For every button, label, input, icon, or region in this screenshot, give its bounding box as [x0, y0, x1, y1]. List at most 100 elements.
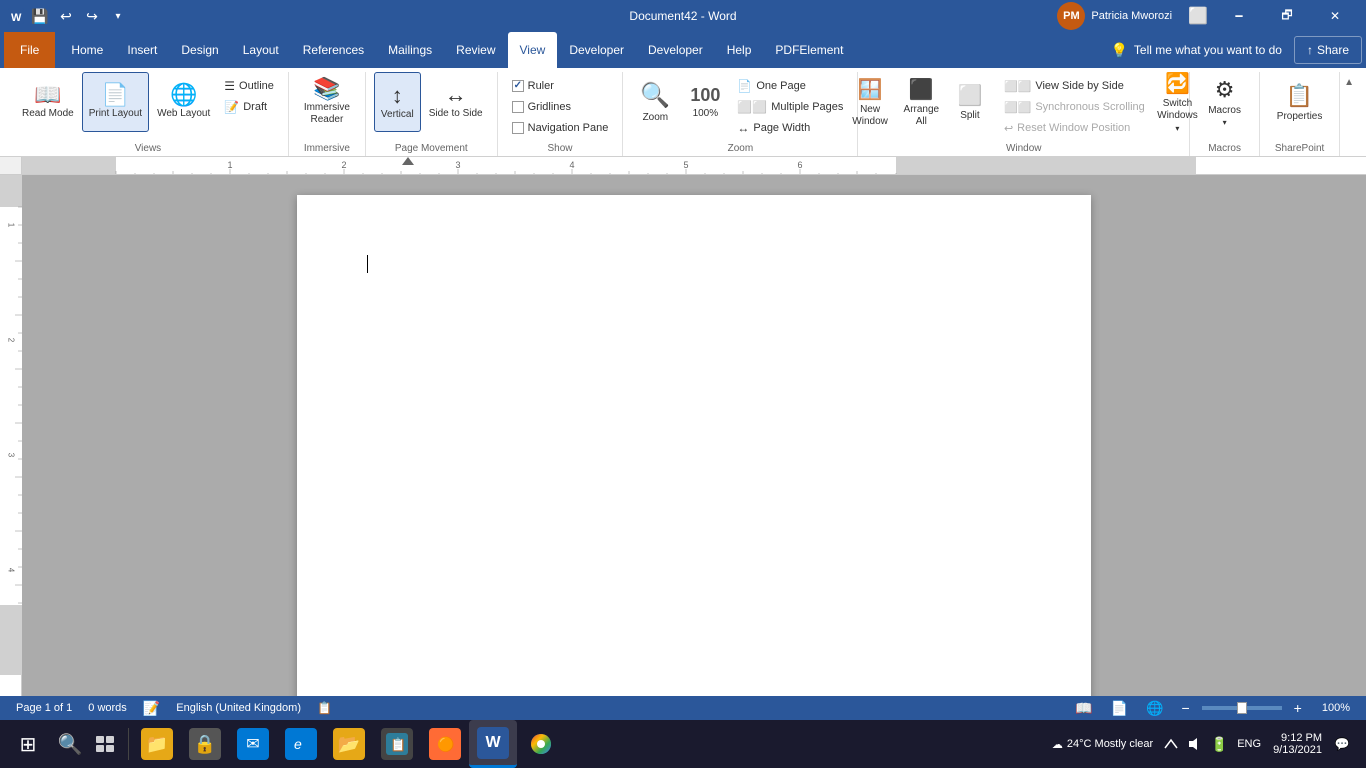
- one-page-button[interactable]: 📄 One Page: [731, 76, 849, 96]
- language[interactable]: English (United Kingdom): [168, 696, 309, 720]
- tray-language[interactable]: ENG: [1233, 738, 1265, 750]
- page-info[interactable]: Page 1 of 1: [8, 696, 80, 720]
- menu-home[interactable]: Home: [59, 32, 115, 68]
- navigation-pane-checkbox[interactable]: Navigation Pane: [506, 118, 615, 138]
- zoom100-button[interactable]: 100 100%: [681, 72, 729, 132]
- multiple-pages-button[interactable]: ⬜⬜ Multiple Pages: [731, 97, 849, 117]
- draft-label: Draft: [243, 101, 267, 113]
- ribbon-display-button[interactable]: ⬜: [1182, 6, 1214, 26]
- ruler-checkbox[interactable]: ✓ Ruler: [506, 76, 615, 96]
- proofing-icon[interactable]: 📝: [135, 696, 168, 720]
- zoom-button[interactable]: 🔍 Zoom: [631, 72, 679, 132]
- zoom-items: 🔍 Zoom 100 100% 📄 One Page ⬜⬜ Multiple P…: [631, 72, 849, 141]
- undo-button[interactable]: ↩: [54, 4, 78, 28]
- document-area[interactable]: [22, 175, 1366, 696]
- lightbulb-icon: 💡: [1110, 42, 1127, 59]
- taskbar-chrome[interactable]: [517, 720, 565, 768]
- document-page[interactable]: [297, 195, 1091, 696]
- start-button[interactable]: ⊞: [4, 720, 52, 768]
- taskbar-files[interactable]: 📂: [325, 720, 373, 768]
- save-button[interactable]: 💾: [28, 4, 52, 28]
- tray-battery[interactable]: 🔋: [1209, 734, 1229, 754]
- notification-button[interactable]: 💬: [1330, 720, 1354, 768]
- tray-weather[interactable]: ☁ 24°C Mostly clear: [1048, 734, 1157, 754]
- tray-volume[interactable]: [1185, 734, 1205, 754]
- web-view-icon[interactable]: 🌐: [1138, 700, 1171, 717]
- close-button[interactable]: ✕: [1312, 0, 1358, 32]
- zoom-out-button[interactable]: −: [1173, 700, 1197, 716]
- menu-file[interactable]: File: [4, 32, 55, 68]
- ribbon-collapse-button[interactable]: ▲: [1340, 76, 1358, 89]
- macros-button[interactable]: ⚙ Macros ▾: [1202, 72, 1247, 132]
- properties-button[interactable]: 📋 Properties: [1271, 72, 1329, 132]
- taskbar-edge[interactable]: e: [277, 720, 325, 768]
- ribbon-content: 📖 Read Mode 📄 Print Layout 🌐 Web Layout …: [0, 68, 1366, 156]
- taskbar-security[interactable]: 🔒: [181, 720, 229, 768]
- page-width-button[interactable]: ↔ Page Width: [731, 118, 849, 138]
- read-view-icon[interactable]: 📖: [1067, 700, 1100, 717]
- word-count[interactable]: 0 words: [80, 696, 135, 720]
- zoom-slider-track[interactable]: [1202, 706, 1282, 710]
- print-layout-icon: 📄: [102, 84, 129, 106]
- horizontal-ruler: 1 2 3 4 5 6: [22, 157, 1366, 175]
- menu-review[interactable]: Review: [444, 32, 507, 68]
- menu-view[interactable]: View: [508, 32, 558, 68]
- menu-pdfelement[interactable]: PDFElement: [763, 32, 855, 68]
- vertical-button[interactable]: ↕ Vertical: [374, 72, 421, 132]
- redo-button[interactable]: ↪: [80, 4, 104, 28]
- taskbar-app8[interactable]: 📋: [373, 720, 421, 768]
- outline-button[interactable]: ☰ Outline: [218, 76, 280, 96]
- taskbar-app9[interactable]: 🟠: [421, 720, 469, 768]
- status-bar: Page 1 of 1 0 words 📝 English (United Ki…: [0, 696, 1366, 720]
- split-button[interactable]: ⬜ Split: [948, 72, 992, 132]
- arrange-all-button[interactable]: ⬛ Arrange All: [897, 72, 946, 132]
- restore-button[interactable]: 🗗: [1264, 0, 1310, 32]
- immersive-reader-button[interactable]: 📚 Immersive Reader: [297, 72, 357, 132]
- search-button[interactable]: 🔍: [52, 720, 88, 768]
- side-to-side-button[interactable]: ↔ Side to Side: [423, 72, 489, 132]
- ruler-label: Ruler: [528, 80, 554, 92]
- menu-developer2[interactable]: Developer: [636, 32, 715, 68]
- minimize-button[interactable]: 🗕: [1216, 0, 1262, 32]
- gridlines-label: Gridlines: [528, 101, 571, 113]
- synchronous-scrolling-button[interactable]: ⬜⬜ Synchronous Scrolling: [998, 97, 1151, 117]
- svg-text:1: 1: [227, 160, 232, 170]
- taskbar-file-explorer[interactable]: 📁: [133, 720, 181, 768]
- taskbar-mail[interactable]: ✉: [229, 720, 277, 768]
- outline-label: Outline: [239, 80, 274, 92]
- menu-layout[interactable]: Layout: [231, 32, 291, 68]
- text-cursor: [367, 255, 368, 273]
- share-button[interactable]: ↑ Share: [1294, 36, 1362, 64]
- zoom-level[interactable]: 100%: [1314, 702, 1358, 714]
- multiple-pages-icon: ⬜⬜: [737, 100, 767, 114]
- user-avatar[interactable]: PM: [1057, 2, 1085, 30]
- track-changes-icon[interactable]: 📋: [309, 696, 340, 720]
- task-view-button[interactable]: [88, 720, 124, 768]
- tray-network[interactable]: [1161, 734, 1181, 754]
- menu-search[interactable]: 💡 Tell me what you want to do: [1098, 32, 1294, 68]
- zoom-in-button[interactable]: +: [1286, 700, 1310, 716]
- reset-window-position-button[interactable]: ↩ Reset Window Position: [998, 118, 1151, 138]
- taskbar-word[interactable]: W: [469, 720, 517, 768]
- web-layout-button[interactable]: 🌐 Web Layout: [151, 72, 216, 132]
- menu-references[interactable]: References: [291, 32, 376, 68]
- draft-button[interactable]: 📝 Draft: [218, 97, 280, 117]
- menu-design[interactable]: Design: [169, 32, 230, 68]
- new-window-button[interactable]: 🪟 New Window: [845, 72, 894, 132]
- window-label: Window: [1006, 141, 1042, 156]
- print-layout-button[interactable]: 📄 Print Layout: [82, 72, 149, 132]
- menu-mailings[interactable]: Mailings: [376, 32, 444, 68]
- print-layout-label: Print Layout: [89, 108, 142, 120]
- print-view-icon[interactable]: 📄: [1103, 700, 1136, 717]
- view-side-by-side-button[interactable]: ⬜⬜ View Side by Side: [998, 76, 1151, 96]
- taskbar-clock[interactable]: 9:12 PM 9/13/2021: [1269, 732, 1326, 756]
- customize-qat-button[interactable]: ▾: [106, 4, 130, 28]
- split-icon: ⬜: [957, 83, 982, 108]
- one-page-label: One Page: [756, 80, 806, 92]
- ribbon-group-macros: ⚙ Macros ▾ Macros: [1190, 72, 1260, 156]
- menu-developer1[interactable]: Developer: [557, 32, 636, 68]
- menu-help[interactable]: Help: [715, 32, 764, 68]
- read-mode-button[interactable]: 📖 Read Mode: [16, 72, 80, 132]
- menu-insert[interactable]: Insert: [115, 32, 169, 68]
- gridlines-checkbox[interactable]: Gridlines: [506, 97, 615, 117]
